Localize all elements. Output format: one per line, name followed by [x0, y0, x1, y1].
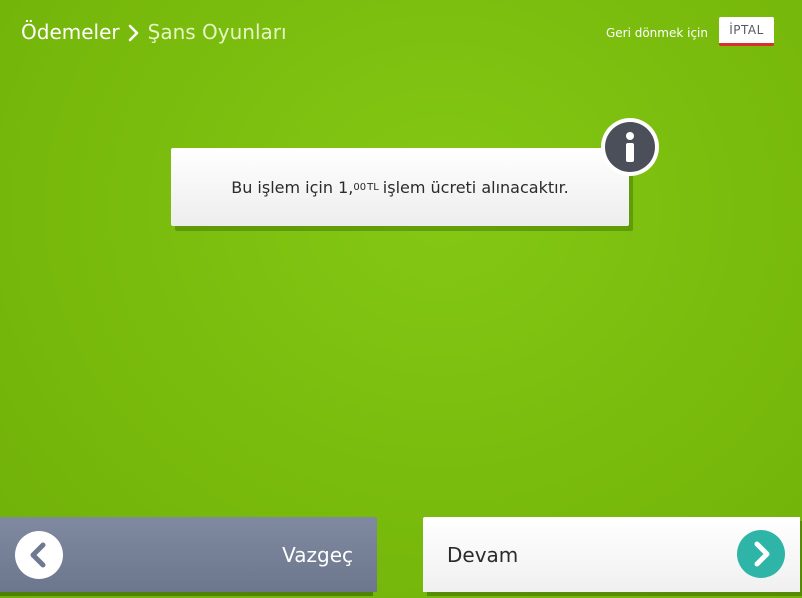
chevron-right-icon [737, 530, 785, 578]
vazgec-button[interactable]: Vazgeç [0, 517, 377, 592]
chevron-right-icon [128, 22, 140, 42]
devam-button[interactable]: Devam [423, 517, 800, 592]
breadcrumb: Ödemeler Şans Oyunları [21, 18, 287, 46]
devam-button-label: Devam [447, 542, 519, 567]
cancel-button[interactable]: İPTAL [719, 17, 774, 46]
breadcrumb-current: Şans Oyunları [147, 20, 287, 44]
fee-currency: TL [367, 181, 379, 193]
fee-amount-integer: 1, [338, 177, 354, 197]
fee-info-card: Bu işlem için 1, 00 TL işlem ücreti alınaca… [171, 148, 629, 226]
cancel-button-label: İPTAL [729, 23, 764, 37]
fee-amount-decimal: 00 [353, 181, 367, 193]
info-icon [601, 118, 659, 176]
fee-text-after: işlem ücreti alınacaktır. [382, 177, 569, 197]
chevron-left-icon [15, 531, 63, 579]
vazgec-button-label: Vazgeç [282, 542, 353, 567]
breadcrumb-root: Ödemeler [21, 20, 120, 44]
fee-text-before: Bu işlem için [231, 177, 333, 197]
back-hint-text: Geri dönmek için [605, 26, 708, 40]
